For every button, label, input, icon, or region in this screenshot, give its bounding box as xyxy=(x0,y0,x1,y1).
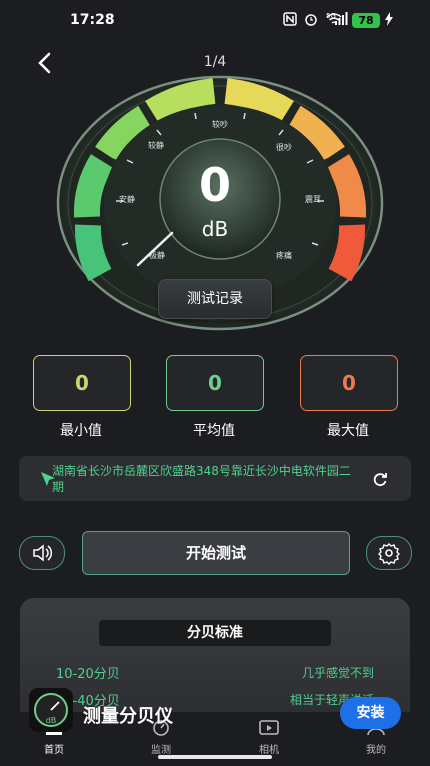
gauge-label-quieter: 较静 xyxy=(148,141,164,150)
gauge-label-painful: 疼痛 xyxy=(276,251,292,260)
ad-app-icon[interactable]: dB xyxy=(29,688,73,732)
gauge-label-very-noisy: 很吵 xyxy=(276,143,292,152)
camera-icon[interactable] xyxy=(258,718,280,736)
battery-level: 78 xyxy=(352,13,380,28)
signal-icon xyxy=(334,12,348,28)
refresh-location-button[interactable] xyxy=(370,469,390,493)
install-button[interactable]: 安装 xyxy=(340,697,401,729)
charging-icon xyxy=(384,12,394,28)
status-bar: 17:28 5G 78 xyxy=(0,0,430,40)
start-test-button[interactable]: 开始测试 xyxy=(82,531,350,575)
gauge-label-quiet: 安静 xyxy=(119,195,135,204)
nfc-icon xyxy=(283,12,297,28)
speaker-icon xyxy=(33,544,53,562)
status-time: 17:28 xyxy=(70,12,115,28)
standards-title: 分贝标准 xyxy=(99,620,331,646)
gauge-label-noisy: 较吵 xyxy=(212,120,228,129)
gear-icon xyxy=(378,543,400,565)
location-text: 湖南省长沙市岳麓区欣盛路348号靠近长沙中电软件园二期 xyxy=(52,464,351,494)
avg-value-label: 平均值 xyxy=(193,423,235,439)
min-value-label: 最小值 xyxy=(60,423,102,439)
refresh-icon xyxy=(373,473,387,487)
gauge-label-silent: 极静 xyxy=(149,251,165,260)
decibel-unit: dB xyxy=(201,217,229,241)
ad-title[interactable]: 测量分贝仪 xyxy=(83,702,173,728)
alarm-icon xyxy=(304,12,318,28)
sound-toggle-button[interactable] xyxy=(19,536,65,570)
standard-desc: 几乎感觉不到 xyxy=(301,666,374,680)
tab-monitor[interactable]: 监测 xyxy=(136,741,186,756)
ad-icon-text: dB xyxy=(45,716,57,725)
test-record-button[interactable]: 测试记录 xyxy=(158,279,272,319)
avg-value-box: 0 xyxy=(166,355,264,411)
page-indicator: 1/4 xyxy=(203,54,227,70)
max-value-box: 0 xyxy=(300,355,398,411)
gauge-label-deafening: 震耳 xyxy=(305,195,321,204)
tab-mine[interactable]: 我的 xyxy=(351,741,401,756)
chevron-left-icon xyxy=(38,52,51,74)
back-button[interactable] xyxy=(30,48,60,78)
standard-range: 10-20分贝 xyxy=(56,667,120,682)
max-value-label: 最大值 xyxy=(327,423,369,439)
min-value-box: 0 xyxy=(33,355,131,411)
home-indicator xyxy=(158,755,272,759)
settings-button[interactable] xyxy=(366,536,412,570)
tab-camera[interactable]: 相机 xyxy=(244,741,294,756)
tab-home[interactable]: 首页 xyxy=(29,741,79,756)
decibel-value: 0 xyxy=(198,158,231,212)
